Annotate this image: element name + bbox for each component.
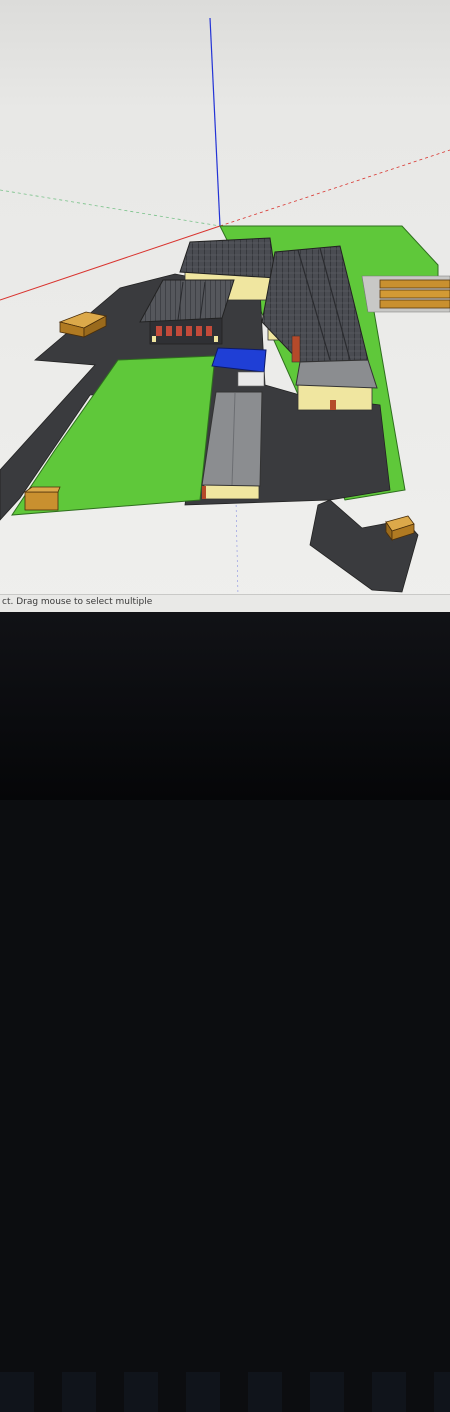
application-window: ct. Drag mouse to select multiple	[0, 0, 450, 612]
keyboard-reflection	[0, 1372, 450, 1412]
scene-canvas[interactable]	[0, 0, 450, 596]
blue-axis-line	[209, 17, 221, 227]
green-axis-dashed	[0, 189, 221, 227]
asphalt-driveway	[309, 499, 419, 593]
monitor-bezel	[0, 612, 450, 1412]
red-axis-dashed	[219, 149, 450, 227]
timber-stacks-right	[361, 275, 450, 313]
gray-roof-building-right	[295, 359, 378, 411]
blue-axis-dashed	[235, 499, 239, 596]
3d-viewport[interactable]	[0, 0, 450, 596]
status-hint-text: ct. Drag mouse to select multiple	[2, 597, 153, 607]
timber-box-front	[23, 486, 61, 511]
status-bar: ct. Drag mouse to select multiple	[0, 594, 450, 612]
